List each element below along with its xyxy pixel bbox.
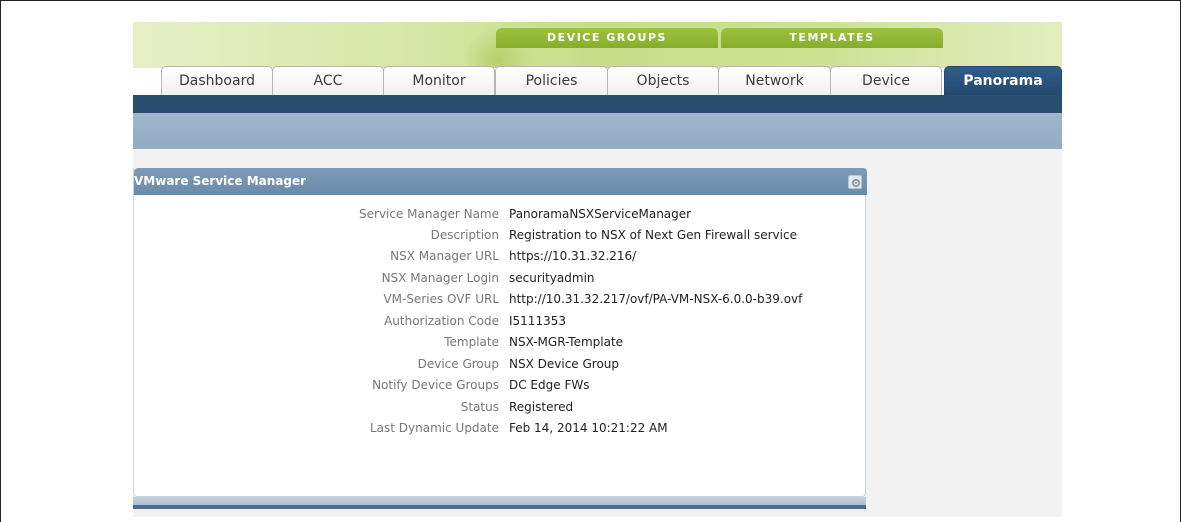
field-label: VM-Series OVF URL <box>383 292 499 306</box>
field-value: Registration to NSX of Next Gen Firewall… <box>509 228 797 242</box>
field-row-service-manager-name: Service Manager Name PanoramaNSXServiceM… <box>134 204 867 224</box>
field-row-nsx-manager-url: NSX Manager URL https://10.31.32.216/ <box>134 246 867 266</box>
field-value: DC Edge FWs <box>509 378 590 392</box>
field-row-nsx-manager-login: NSX Manager Login securityadmin <box>134 268 867 288</box>
content-area: VMware Service Manager Service Manager N… <box>133 149 1062 517</box>
templates-group-tab: TEMPLATES <box>721 28 943 48</box>
field-row-authorization-code: Authorization Code I5111353 <box>134 311 867 331</box>
panel-title: VMware Service Manager <box>134 174 307 188</box>
field-row-description: Description Registration to NSX of Next … <box>134 225 867 245</box>
sub-nav-bar <box>133 113 1062 149</box>
panel-header: VMware Service Manager <box>134 168 867 195</box>
vmware-service-manager-panel: VMware Service Manager Service Manager N… <box>133 168 867 497</box>
field-row-notify-device-groups: Notify Device Groups DC Edge FWs <box>134 375 867 395</box>
field-label: Notify Device Groups <box>372 378 499 392</box>
field-label: NSX Manager Login <box>381 271 499 285</box>
field-row-last-dynamic-update: Last Dynamic Update Feb 14, 2014 10:21:2… <box>134 418 867 438</box>
tab-device[interactable]: Device <box>830 66 942 95</box>
device-groups-group-tab: DEVICE GROUPS <box>496 28 718 48</box>
panel-footer <box>133 497 866 505</box>
field-label: Authorization Code <box>384 314 499 328</box>
field-value: https://10.31.32.216/ <box>509 249 637 263</box>
gear-icon[interactable] <box>848 175 862 189</box>
field-row-vm-series-ovf-url: VM-Series OVF URL http://10.31.32.217/ov… <box>134 289 867 309</box>
tab-policies[interactable]: Policies <box>495 66 608 95</box>
field-value: PanoramaNSXServiceManager <box>509 207 692 221</box>
field-label: Last Dynamic Update <box>369 421 499 435</box>
field-label: Description <box>430 228 499 242</box>
field-row-template: Template NSX-MGR-Template <box>134 332 867 352</box>
tab-acc[interactable]: ACC <box>272 66 384 95</box>
tab-panorama[interactable]: Panorama <box>944 66 1062 95</box>
field-value: NSX-MGR-Template <box>509 335 624 349</box>
field-value: http://10.31.32.217/ovf/PA-VM-NSX-6.0.0-… <box>509 292 803 306</box>
field-label: Device Group <box>417 357 499 371</box>
field-label: Service Manager Name <box>359 207 499 221</box>
field-label: Status <box>460 400 499 414</box>
tab-dashboard[interactable]: Dashboard <box>161 66 273 95</box>
panorama-app: DEVICE GROUPS TEMPLATES Dashboard ACC Mo… <box>133 22 1062 517</box>
field-value: Registered <box>509 400 574 414</box>
field-row-status: Status Registered <box>134 397 867 417</box>
field-label: NSX Manager URL <box>390 249 499 263</box>
field-row-device-group: Device Group NSX Device Group <box>134 354 867 374</box>
tab-monitor[interactable]: Monitor <box>383 66 495 95</box>
field-value: NSX Device Group <box>509 357 620 371</box>
tab-objects[interactable]: Objects <box>607 66 719 95</box>
tab-network[interactable]: Network <box>718 66 831 95</box>
field-value: I5111353 <box>509 314 566 328</box>
field-value: Feb 14, 2014 10:21:22 AM <box>509 421 668 435</box>
header-band: DEVICE GROUPS TEMPLATES <box>133 22 1062 68</box>
field-value: securityadmin <box>509 271 595 285</box>
panel-footer-bar <box>133 505 866 509</box>
nav-bar <box>133 95 1062 113</box>
field-label: Template <box>444 335 499 349</box>
